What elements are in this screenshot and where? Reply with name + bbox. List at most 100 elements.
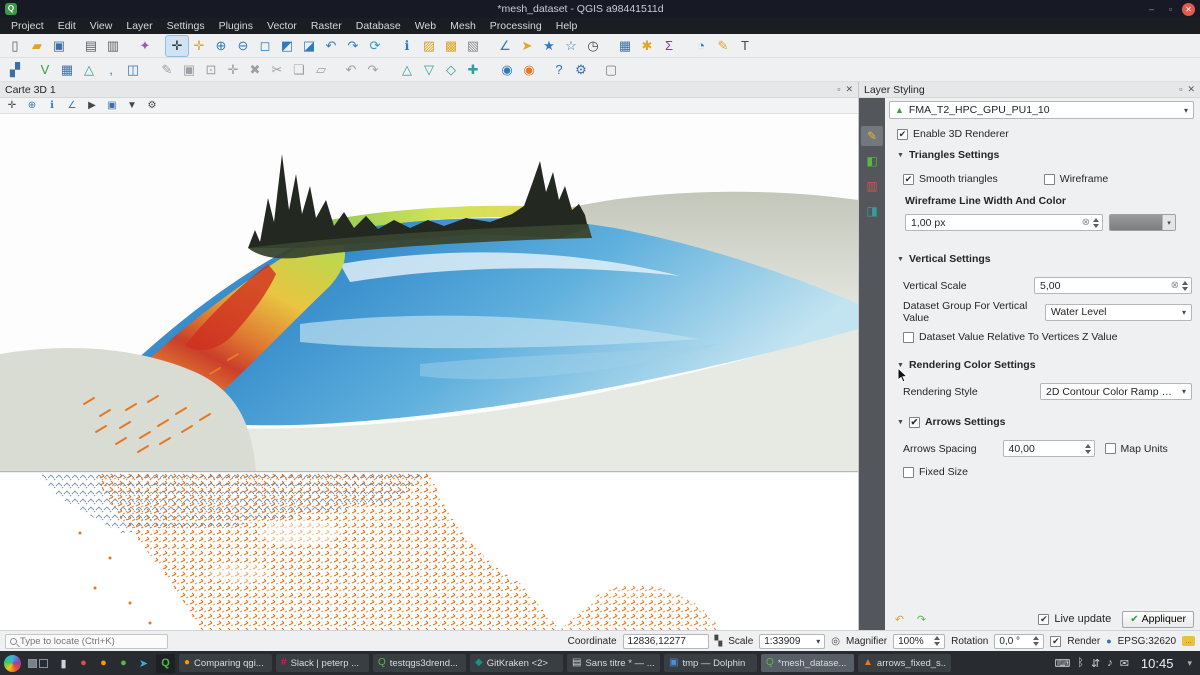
annotation-icon[interactable]: ✎	[712, 36, 734, 56]
zoom-to-selection-icon[interactable]: ◩	[276, 36, 298, 56]
menu-settings[interactable]: Settings	[160, 18, 212, 34]
notifications-icon[interactable]: ✉	[1120, 657, 1129, 670]
paste-features-icon[interactable]: ▱	[310, 60, 332, 80]
spin-arrows[interactable]	[1085, 444, 1091, 454]
add-delimited-text-icon[interactable]: ,	[100, 60, 122, 80]
locator-search[interactable]	[5, 634, 168, 649]
identify-3d-icon[interactable]: ℹ	[43, 99, 61, 113]
files-quicklaunch-icon[interactable]: ▮	[55, 655, 72, 672]
rendering-style-combo[interactable]: 2D Contour Color Ramp Shader ▾	[1040, 383, 1192, 400]
arrows-enabled-checkbox[interactable]: ✔	[909, 417, 920, 428]
tab-symbology[interactable]: ✎	[861, 126, 883, 146]
locator-input[interactable]	[20, 636, 163, 647]
menu-processing[interactable]: Processing	[483, 18, 549, 34]
add-vector-layer-icon[interactable]: V	[34, 60, 56, 80]
mesh-add-vertex-icon[interactable]: ✚	[462, 60, 484, 80]
style-manager-icon[interactable]: ✦	[134, 36, 156, 56]
panels-icon[interactable]: ▢	[600, 60, 622, 80]
mesh-transform-icon[interactable]: ◇	[440, 60, 462, 80]
rendering-section-header[interactable]: ▼ Rendering Color Settings	[897, 359, 1192, 371]
statistics-icon[interactable]: Σ	[658, 36, 680, 56]
animation-icon[interactable]: ▶	[83, 99, 101, 113]
copy-features-icon[interactable]: ❏	[288, 60, 310, 80]
open-project-icon[interactable]: ▰	[26, 36, 48, 56]
layout-manager-icon[interactable]: ▥	[102, 36, 124, 56]
deselect-features-icon[interactable]: ▧	[462, 36, 484, 56]
live-update-checkbox[interactable]: ✔	[1038, 614, 1049, 625]
pan-map-icon[interactable]: ✛	[166, 36, 188, 56]
menu-raster[interactable]: Raster	[304, 18, 349, 34]
sun-position-icon[interactable]: ◉	[518, 60, 540, 80]
cut-features-icon[interactable]: ✂	[266, 60, 288, 80]
menu-view[interactable]: View	[83, 18, 120, 34]
rotation-spinbox[interactable]: 0,0 °	[994, 634, 1044, 649]
menu-vector[interactable]: Vector	[260, 18, 304, 34]
menu-web[interactable]: Web	[408, 18, 443, 34]
media-quicklaunch-icon[interactable]: ●	[75, 655, 92, 672]
attribute-table-icon[interactable]: ▦	[614, 36, 636, 56]
arrows-section-header[interactable]: ▼ ✔ Arrows Settings	[897, 416, 1192, 428]
close-panel-icon[interactable]: ✕	[1187, 84, 1195, 95]
zoom-to-layer-icon[interactable]: ◪	[298, 36, 320, 56]
select-features-icon[interactable]: ▨	[418, 36, 440, 56]
clear-value-icon[interactable]: ⊗	[1171, 280, 1179, 291]
messages-icon[interactable]: …	[1182, 636, 1195, 646]
apply-button[interactable]: ✔ Appliquer	[1122, 611, 1194, 628]
2d-map-canvas[interactable]	[0, 473, 858, 630]
arrows-spacing-spinbox[interactable]: 40,00	[1003, 440, 1095, 457]
triangles-section-header[interactable]: ▼ Triangles Settings	[897, 149, 1192, 161]
toggle-editing-icon[interactable]: ✎	[156, 60, 178, 80]
tab-metadata[interactable]: ◨	[861, 201, 883, 221]
add-raster-layer-icon[interactable]: ▦	[56, 60, 78, 80]
firefox-quicklaunch-icon[interactable]: ●	[95, 655, 112, 672]
refresh-map-icon[interactable]: ⟳	[364, 36, 386, 56]
mesh-digitize-icon[interactable]: △	[396, 60, 418, 80]
help-contents-icon[interactable]: ?	[548, 60, 570, 80]
app-launcher-icon[interactable]	[4, 655, 21, 672]
data-source-manager-icon[interactable]: ▞	[4, 60, 26, 80]
coordinate-input[interactable]: 12836,12277	[623, 634, 709, 649]
task-gitkraken[interactable]: ◆ GitKraken <2>	[470, 654, 563, 672]
dataset-group-combo[interactable]: Water Level ▾	[1045, 304, 1192, 321]
select-by-expression-icon[interactable]: ▩	[440, 36, 462, 56]
undo-style-button[interactable]: ↶	[891, 611, 908, 627]
zoom-next-icon[interactable]: ↷	[342, 36, 364, 56]
volume-icon[interactable]: ♪	[1107, 657, 1113, 669]
mesh-select-icon[interactable]: ▽	[418, 60, 440, 80]
export-3d-icon[interactable]: ▼	[123, 99, 141, 113]
menu-project[interactable]: Project	[4, 18, 51, 34]
close-panel-icon[interactable]: ✕	[845, 84, 853, 95]
virtual-desktop-pager[interactable]	[28, 659, 48, 668]
task-dolphin[interactable]: ▣ tmp — Dolphin	[664, 654, 757, 672]
new-project-icon[interactable]: ▯	[4, 36, 26, 56]
clear-value-icon[interactable]: ⊗	[1082, 217, 1090, 228]
task-arrows[interactable]: ▲ arrows_fixed_s...	[858, 654, 951, 672]
wireframe-color-button[interactable]: ▾	[1109, 214, 1176, 231]
magnifier-lock-icon[interactable]: ◎	[831, 636, 840, 647]
save-edits-icon[interactable]: ▣	[178, 60, 200, 80]
magnifier-spinbox[interactable]: 100%	[893, 634, 945, 649]
move-feature-icon[interactable]: ✛	[222, 60, 244, 80]
maximize-button[interactable]: ▫	[1163, 2, 1178, 16]
task-qgis-test[interactable]: Q testqgs3drend...	[373, 654, 466, 672]
enable-3d-checkbox[interactable]: ✔	[897, 129, 908, 140]
task-qgis-mesh[interactable]: Q *mesh_datase...	[761, 654, 854, 672]
wireframe-width-spinbox[interactable]: 1,00 px ⊗	[905, 214, 1103, 231]
vertical-section-header[interactable]: ▼ Vertical Settings	[897, 253, 1192, 265]
vertical-scale-spinbox[interactable]: 5,00 ⊗	[1034, 277, 1192, 294]
3d-map-canvas[interactable]	[0, 114, 858, 472]
menu-plugins[interactable]: Plugins	[212, 18, 260, 34]
tab-histogram[interactable]: ▥	[861, 176, 883, 196]
show-bookmarks-icon[interactable]: ☆	[560, 36, 582, 56]
extent-toggle-icon[interactable]: ▚	[715, 636, 723, 647]
save-image-icon[interactable]: ▣	[103, 99, 121, 113]
identify-features-icon[interactable]: ℹ	[396, 36, 418, 56]
fixed-size-checkbox[interactable]	[903, 467, 914, 478]
task-firefox[interactable]: ● Comparing qgi...	[179, 654, 272, 672]
zoom-full-icon[interactable]: ◻	[254, 36, 276, 56]
save-project-icon[interactable]: ▣	[48, 36, 70, 56]
zoom-3d-icon[interactable]: ⊕	[23, 99, 41, 113]
keyboard-layout-icon[interactable]: ⌨	[1054, 657, 1070, 670]
render-checkbox[interactable]: ✔	[1050, 636, 1061, 647]
measure-icon[interactable]: ∠	[494, 36, 516, 56]
